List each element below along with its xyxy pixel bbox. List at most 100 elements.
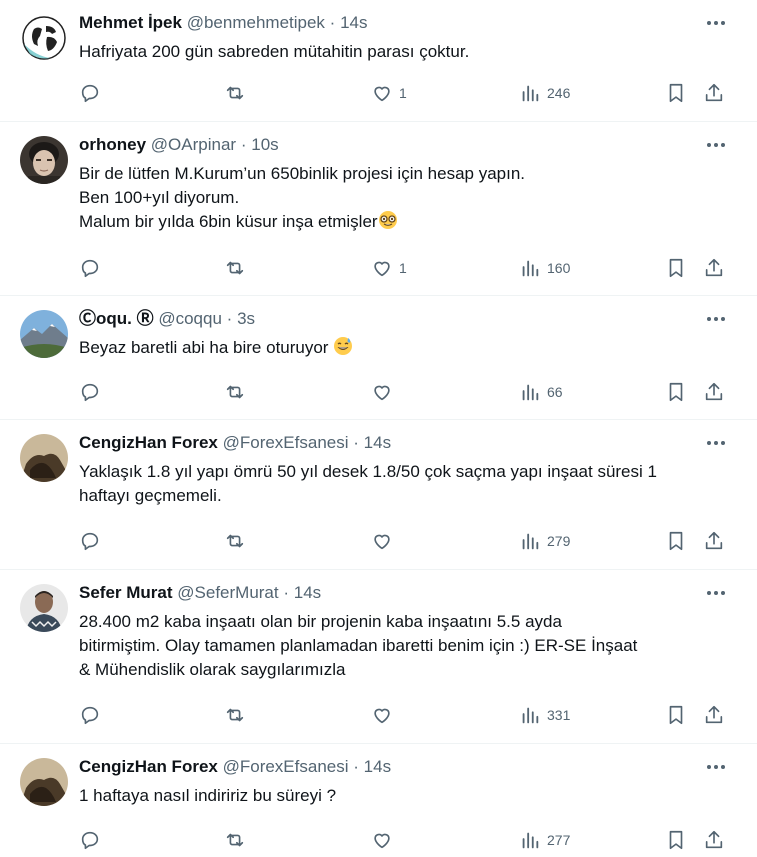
reply-button[interactable] [79,529,101,553]
repost-button[interactable] [224,256,246,280]
timestamp[interactable]: 14s [364,757,391,776]
avatar[interactable] [20,136,68,184]
share-button[interactable] [703,703,725,727]
author-handle[interactable]: @OArpinar [151,135,236,154]
repost-button[interactable] [224,81,246,105]
more-options-icon[interactable] [705,308,727,330]
share-icon [705,705,723,724]
repost-button[interactable] [224,828,246,852]
action-bar: 66 [79,380,727,404]
repost-icon [226,708,244,722]
views-button[interactable]: 277 [519,828,570,852]
bookmark-icon [669,531,683,551]
bookmark-button[interactable] [665,380,687,404]
like-button[interactable]: 1 [371,256,407,280]
timestamp[interactable]: 14s [294,583,321,602]
tweet-text-line: 28.400 m2 kaba inşaatı olan bir projenin… [79,612,562,631]
reply-button[interactable] [79,828,101,852]
avatar[interactable] [20,14,68,62]
author-handle[interactable]: @ForexEfsanesi [223,757,349,776]
author-name[interactable]: CengizHan Forex [79,757,218,776]
nerd-face-emoji-icon [378,211,397,229]
tweet[interactable]: CengizHan Forex @ForexEfsanesi · 14s 1 h… [0,744,757,857]
views-bar-chart-icon [522,85,539,102]
reply-button[interactable] [79,256,101,280]
more-options-icon[interactable] [705,756,727,778]
author-handle[interactable]: @coqqu [158,309,222,328]
timestamp[interactable]: 14s [364,433,391,452]
action-bar: 277 [79,828,727,852]
action-bar: 1 160 [79,256,727,280]
separator-dot: · [226,309,233,328]
author-name[interactable]: Sefer Murat [79,583,173,602]
tweet-text: 1 haftaya nasıl indiririz bu süreyi ? [79,784,727,808]
like-button[interactable] [371,529,393,553]
reply-button[interactable] [79,380,101,404]
like-button[interactable]: 1 [371,81,407,105]
bookmark-icon [669,83,683,103]
share-button[interactable] [703,380,725,404]
repost-button[interactable] [224,380,246,404]
views-button[interactable]: 246 [519,81,570,105]
share-button[interactable] [703,81,725,105]
tweet[interactable]: orhoney @OArpinar · 10s Bir de lütfen M.… [0,122,757,296]
avatar[interactable] [20,584,68,632]
avatar[interactable] [20,310,68,358]
share-button[interactable] [703,529,725,553]
author-name[interactable]: CengizHan Forex [79,433,218,452]
separator-dot: · [353,757,359,776]
like-button[interactable] [371,828,393,852]
tweet-text-line: Malum bir yılda 6bin küsur inşa etmişler [79,210,727,234]
author-name[interactable]: Mehmet İpek [79,13,182,32]
reply-button[interactable] [79,81,101,105]
tweet[interactable]: Mehmet İpek @benmehmetipek · 14s Hafriya… [0,0,757,122]
views-button[interactable]: 279 [519,529,570,553]
tweet-text: Yaklaşık 1.8 yıl yapı ömrü 50 yıl desek … [79,460,727,508]
share-icon [705,83,723,102]
share-button[interactable] [703,828,725,852]
tweet[interactable]: CengizHan Forex @ForexEfsanesi · 14s Yak… [0,420,757,570]
views-bar-chart-icon [522,533,539,550]
bookmark-button[interactable] [665,256,687,280]
bookmark-button[interactable] [665,703,687,727]
bookmark-button[interactable] [665,81,687,105]
more-options-icon[interactable] [705,582,727,604]
more-options-icon[interactable] [705,134,727,156]
reply-button[interactable] [79,703,101,727]
tweet-header: Sefer Murat @SeferMurat · 14s [79,582,321,604]
like-button[interactable] [371,380,393,404]
author-name[interactable]: orhoney [79,135,146,154]
more-options-icon[interactable] [705,12,727,34]
tweet-text: Bir de lütfen M.Kurum’un 650binlik proje… [79,162,727,234]
timestamp[interactable]: 10s [251,135,278,154]
author-handle[interactable]: @benmehmetipek [187,13,325,32]
views-button[interactable]: 160 [519,256,570,280]
views-button[interactable]: 331 [519,703,570,727]
tweet[interactable]: Ⓒoqu. Ⓡ @coqqu · 3s Beyaz baretli abi ha… [0,296,757,420]
repost-icon [226,534,244,548]
bookmark-button[interactable] [665,529,687,553]
author-handle[interactable]: @SeferMurat [177,583,278,602]
repost-button[interactable] [224,529,246,553]
author-name[interactable]: Ⓒoqu. Ⓡ [79,309,154,328]
like-button[interactable] [371,703,393,727]
share-icon [705,258,723,277]
timestamp[interactable]: 3s [237,309,255,328]
more-options-icon[interactable] [705,432,727,454]
repost-button[interactable] [224,703,246,727]
tweet-text: Hafriyata 200 gün sabreden mütahitin par… [79,40,727,64]
bookmark-icon [669,382,683,402]
share-button[interactable] [703,256,725,280]
avatar[interactable] [20,758,68,806]
bookmark-button[interactable] [665,828,687,852]
view-count: 279 [547,533,571,549]
timestamp[interactable]: 14s [340,13,367,32]
like-count: 1 [399,260,407,276]
tweet-text-line: Hafriyata 200 gün sabreden mütahitin par… [79,42,470,61]
separator-dot: · [353,433,359,452]
views-button[interactable]: 66 [519,380,563,404]
tweet[interactable]: Sefer Murat @SeferMurat · 14s 28.400 m2 … [0,570,757,744]
author-handle[interactable]: @ForexEfsanesi [223,433,349,452]
avatar[interactable] [20,434,68,482]
reply-icon [81,532,99,551]
